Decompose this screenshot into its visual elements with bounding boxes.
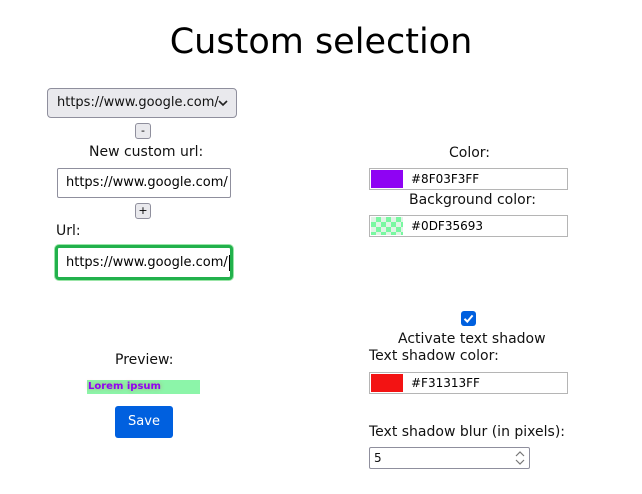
save-button[interactable]: Save	[115, 406, 173, 438]
chevron-down-icon	[218, 100, 228, 107]
url-input[interactable]: https://www.google.com/	[55, 245, 233, 280]
background-color-input[interactable]: #0DF35693	[369, 215, 568, 237]
color-value: #8F03F3FF	[411, 172, 480, 186]
background-color-swatch[interactable]	[371, 217, 403, 235]
shadow-blur-input[interactable]: 5	[369, 447, 530, 469]
shadow-color-label: Text shadow color:	[369, 348, 499, 364]
shadow-checkbox[interactable]	[461, 311, 476, 326]
checkmark-icon	[463, 314, 474, 324]
preview-label: Preview:	[115, 352, 174, 368]
new-url-input[interactable]: https://www.google.com/	[57, 168, 231, 198]
add-url-button[interactable]: +	[135, 203, 151, 219]
page-title: Custom selection	[169, 22, 473, 62]
url-select[interactable]: https://www.google.com/	[47, 88, 237, 118]
background-color-label: Background color:	[409, 192, 536, 208]
url-select-value: https://www.google.com/	[57, 95, 219, 110]
shadow-color-input[interactable]: #F31313FF	[369, 372, 568, 394]
shadow-color-value: #F31313FF	[411, 376, 480, 390]
new-url-label: New custom url:	[89, 144, 204, 160]
shadow-toggle-label: Activate text shadow	[398, 331, 546, 347]
color-input[interactable]: #8F03F3FF	[369, 168, 568, 190]
shadow-blur-value: 5	[374, 451, 382, 465]
background-color-value: #0DF35693	[411, 219, 484, 233]
preview-box: Lorem ipsum	[87, 380, 200, 394]
color-label: Color:	[449, 145, 491, 161]
spinner-arrows-icon[interactable]	[512, 449, 528, 467]
color-swatch[interactable]	[371, 170, 403, 188]
preview-text: Lorem ipsum	[88, 381, 161, 392]
url-input-value: https://www.google.com/	[66, 255, 228, 270]
text-caret	[228, 254, 230, 271]
url-label: Url:	[56, 223, 81, 239]
shadow-blur-label: Text shadow blur (in pixels):	[369, 424, 565, 440]
shadow-color-swatch[interactable]	[371, 374, 403, 392]
remove-url-button[interactable]: -	[135, 123, 151, 139]
